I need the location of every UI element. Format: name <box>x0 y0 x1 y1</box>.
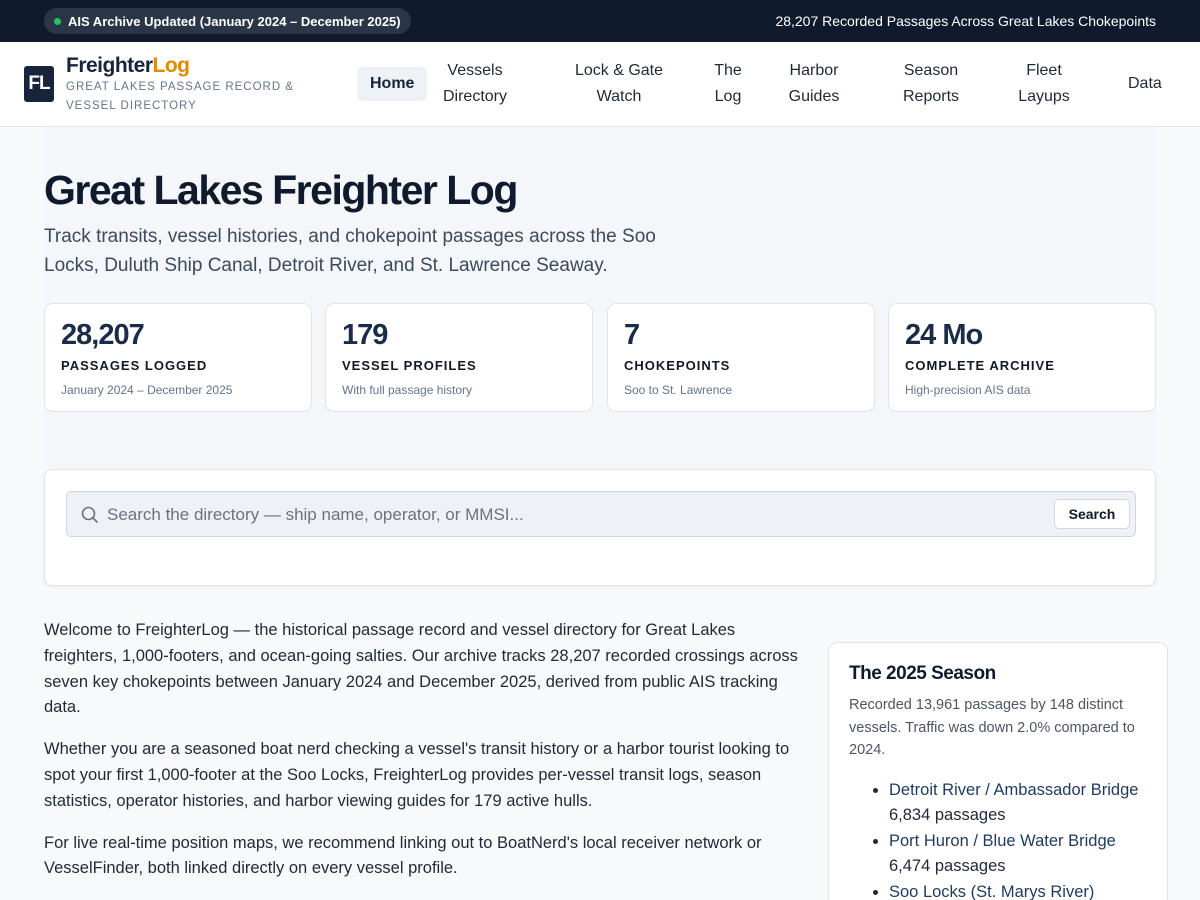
hero-section: Great Lakes Freighter Log Track transits… <box>44 127 1156 467</box>
list-item: Port Huron / Blue Water Bridge 6,474 pas… <box>889 829 1147 880</box>
logo-mark[interactable]: FL <box>24 66 54 102</box>
stat-note: With full passage history <box>342 383 473 397</box>
page-title: Great Lakes Freighter Log <box>44 167 518 213</box>
stat-label: PASSAGES LOGGED <box>61 358 208 373</box>
chokepoint-link[interactable]: Detroit River / Ambassador Bridge <box>889 781 1138 799</box>
nav-lock-gate-watch[interactable]: Lock & Gate Watch <box>564 58 674 110</box>
stat-note: January 2024 – December 2025 <box>61 383 233 397</box>
chokepoint-link[interactable]: Port Huron / Blue Water Bridge <box>889 832 1116 850</box>
status-dot-icon <box>54 17 61 25</box>
brand-name-accent: Log <box>152 54 190 77</box>
chokepoint-list: Detroit River / Ambassador Bridge 6,834 … <box>849 778 1147 900</box>
stat-card-vessels: 179 VESSEL PROFILES With full passage hi… <box>325 303 593 412</box>
stat-card-archive: 24 Mo COMPLETE ARCHIVE High-precision AI… <box>888 303 1156 412</box>
nav-vessels-directory[interactable]: Vessels Directory <box>432 58 518 110</box>
stat-note: Soo to St. Lawrence <box>624 383 733 397</box>
stat-value: 28,207 <box>61 319 145 351</box>
archive-status-badge: AIS Archive Updated (January 2024 – Dece… <box>44 8 411 34</box>
brand-name: FreighterLog <box>66 54 346 78</box>
brand[interactable]: FreighterLog GREAT LAKES PASSAGE RECORD … <box>66 54 346 116</box>
nav-data[interactable]: Data <box>1128 71 1162 97</box>
intro-section: Welcome to FreighterLog — the historical… <box>44 618 802 898</box>
intro-paragraph: Whether you are a seasoned boat nerd che… <box>44 740 790 810</box>
stat-note: High-precision AIS data <box>905 383 1031 397</box>
stat-card-passages: 28,207 PASSAGES LOGGED January 2024 – De… <box>44 303 312 412</box>
nav-the-log[interactable]: The Log <box>702 58 754 110</box>
search-button[interactable]: Search <box>1054 499 1130 529</box>
stat-card-chokepoints: 7 CHOKEPOINTS Soo to St. Lawrence <box>607 303 875 412</box>
brand-tagline: GREAT LAKES PASSAGE RECORD & VESSEL DIRE… <box>66 81 295 112</box>
list-item: Detroit River / Ambassador Bridge 6,834 … <box>889 778 1147 829</box>
search-icon <box>81 506 98 523</box>
search-card: Search <box>44 469 1156 586</box>
stat-label: VESSEL PROFILES <box>342 358 477 373</box>
nav-harbor-guides[interactable]: Harbor Guides <box>778 58 850 110</box>
stat-value: 179 <box>342 319 388 351</box>
search-input[interactable] <box>107 501 1007 528</box>
stat-value: 7 <box>624 319 640 351</box>
nav-season-reports[interactable]: Season Reports <box>891 58 971 110</box>
hero-subtitle: Track transits, vessel histories, and ch… <box>44 226 656 276</box>
passage-summary-text: 28,207 Recorded Passages Across Great La… <box>775 13 1156 29</box>
top-announcement-bar: AIS Archive Updated (January 2024 – Dece… <box>0 0 1200 42</box>
nav-home[interactable]: Home <box>357 67 428 101</box>
season-summary: Recorded 13,961 passages by 148 distinct… <box>849 697 1135 758</box>
list-item: Soo Locks (St. Marys River) <box>889 880 1147 900</box>
nav-fleet-layups[interactable]: Fleet Layups <box>1012 58 1076 110</box>
stat-label: CHOKEPOINTS <box>624 358 731 373</box>
stat-value: 24 Mo <box>905 319 983 351</box>
passage-count: 6,834 passages <box>889 806 1006 824</box>
season-title: The 2025 Season <box>849 663 996 684</box>
intro-paragraph: Welcome to FreighterLog — the historical… <box>44 621 798 717</box>
site-header: FL FreighterLog GREAT LAKES PASSAGE RECO… <box>0 42 1200 127</box>
archive-status-text: AIS Archive Updated (January 2024 – Dece… <box>68 13 401 29</box>
brand-name-main: Freighter <box>66 54 153 77</box>
intro-paragraph: For live real-time position maps, we rec… <box>44 833 762 878</box>
season-summary-card: The 2025 Season Recorded 13,961 passages… <box>828 642 1168 900</box>
chokepoint-link[interactable]: Soo Locks (St. Marys River) <box>889 883 1094 900</box>
stat-label: COMPLETE ARCHIVE <box>905 358 1055 373</box>
search-bar: Search <box>66 491 1136 537</box>
passage-count: 6,474 passages <box>889 857 1006 875</box>
